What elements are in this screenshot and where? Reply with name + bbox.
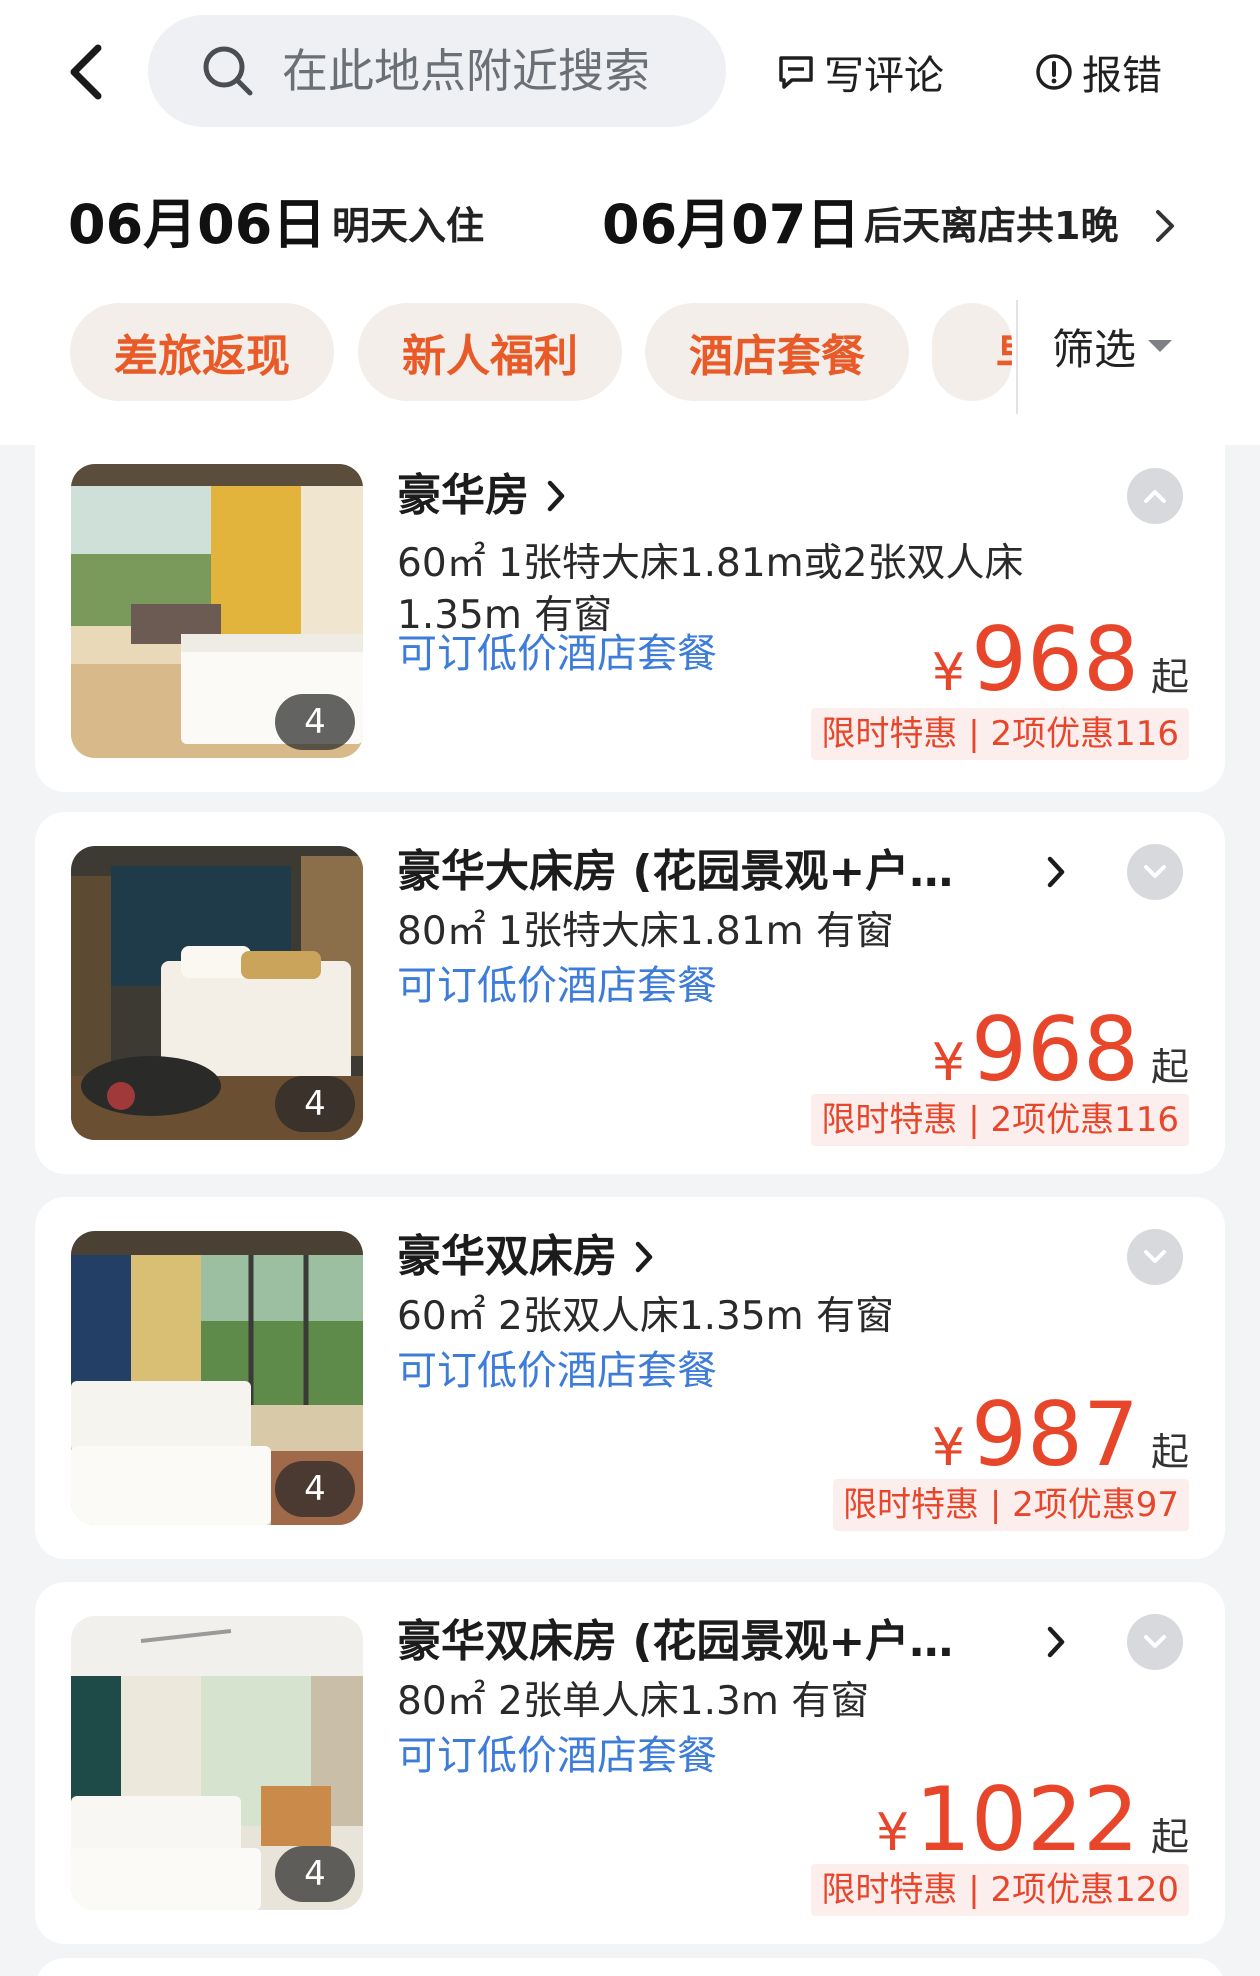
price: ¥ 968 起 xyxy=(932,1002,1189,1098)
room-name[interactable]: 豪华双床房 xyxy=(397,1227,655,1287)
alert-icon xyxy=(1036,54,1072,90)
chip-new-user-benefit[interactable]: 新人福利 xyxy=(358,303,622,401)
expand-button[interactable] xyxy=(1127,1614,1183,1670)
currency-symbol: ¥ xyxy=(931,1033,966,1093)
low-price-package-link[interactable]: 可订低价酒店套餐 xyxy=(397,958,717,1014)
price-suffix: 起 xyxy=(1150,1045,1189,1089)
price: ¥ 968 起 xyxy=(932,612,1189,708)
report-error-button[interactable]: 报错 xyxy=(1034,42,1162,102)
photo-count-badge: 4 xyxy=(275,1461,355,1517)
comment-icon xyxy=(779,56,813,89)
checkin-date: 06月06日 xyxy=(68,193,327,256)
price-suffix: 起 xyxy=(1150,1815,1189,1859)
currency-symbol: ¥ xyxy=(931,643,966,703)
expand-button[interactable] xyxy=(1127,844,1183,900)
chip-breakfast-partial[interactable]: 早 xyxy=(932,303,1012,401)
price-value: 1022 xyxy=(915,1768,1139,1871)
low-price-package-link[interactable]: 可订低价酒店套餐 xyxy=(397,1343,717,1399)
room-name[interactable]: 豪华大床房 (花园景观+户… xyxy=(397,842,953,902)
price-suffix: 起 xyxy=(1150,655,1189,699)
chevron-up-icon xyxy=(1144,490,1166,503)
room-card[interactable]: 4 豪华大床房 (花园景观+户… 80㎡ 1张特大床1.81m 有窗 可订低价酒… xyxy=(35,812,1225,1174)
chevron-right-icon xyxy=(635,1241,653,1273)
discount-badge: 限时特惠 | 2项优惠120 xyxy=(811,1864,1189,1916)
dropdown-triangle-icon xyxy=(1148,340,1173,352)
room-card[interactable]: 4 豪华双床房 60㎡ 2张双人床1.35m 有窗 可订低价酒店套餐 ¥ 987… xyxy=(35,1197,1225,1559)
room-photo[interactable]: 4 xyxy=(71,1231,363,1525)
room-name-label: 豪华大床房 (花园景观+户… xyxy=(397,846,954,897)
room-name-label: 豪华双床房 (花园景观+户… xyxy=(397,1616,954,1667)
room-card[interactable]: 4 豪华房 60㎡ 1张特大床1.81m或2张双人床1.35m 有窗 可订低价酒… xyxy=(35,436,1225,792)
chevron-down-icon xyxy=(1144,1250,1166,1263)
chevron-right-icon[interactable] xyxy=(1045,854,1067,890)
expand-button[interactable] xyxy=(1127,1229,1183,1285)
back-button[interactable] xyxy=(62,42,112,102)
back-arrow-icon xyxy=(70,44,102,100)
room-spec: 60㎡ 2张双人床1.35m 有窗 xyxy=(397,1294,895,1339)
search-input[interactable]: 在此地点附近搜索 xyxy=(148,15,726,127)
room-card[interactable]: 4 豪华双床房 (花园景观+户… 80㎡ 2张单人床1.3m 有窗 可订低价酒店… xyxy=(35,1582,1225,1944)
price: ¥ 1022 起 xyxy=(876,1772,1189,1868)
top-bar: 在此地点附近搜索 写评论 报错 06月06日 明天入住 06月07日 后天离店共… xyxy=(0,0,1260,445)
price-value: 968 xyxy=(971,998,1139,1101)
chevron-down-icon xyxy=(1144,865,1166,878)
checkout-date: 06月07日 xyxy=(602,193,861,256)
price: ¥ 987 起 xyxy=(932,1387,1189,1483)
write-review-label: 写评论 xyxy=(824,53,944,99)
filter-button[interactable]: 筛选 xyxy=(1052,316,1173,376)
report-error-label: 报错 xyxy=(1082,53,1162,99)
chevron-right-icon[interactable] xyxy=(1045,1624,1067,1660)
search-icon xyxy=(203,46,253,96)
checkin-label: 明天入住 xyxy=(332,204,485,248)
room-spec: 80㎡ 1张特大床1.81m 有窗 xyxy=(397,909,895,954)
room-name[interactable]: 豪华双床房 (花园景观+户… xyxy=(397,1612,953,1672)
room-spec: 80㎡ 2张单人床1.3m 有窗 xyxy=(397,1679,870,1724)
filter-label: 筛选 xyxy=(1052,324,1137,374)
chevron-right-icon xyxy=(1156,210,1174,242)
search-placeholder: 在此地点附近搜索 xyxy=(282,44,650,98)
discount-badge: 限时特惠 | 2项优惠97 xyxy=(833,1479,1189,1531)
write-review-button[interactable]: 写评论 xyxy=(776,42,944,102)
room-photo[interactable]: 4 xyxy=(71,1616,363,1910)
room-name-label: 豪华房 xyxy=(397,470,529,521)
checkout-label: 后天离店共1晚 xyxy=(864,204,1119,248)
chip-business-cashback[interactable]: 差旅返现 xyxy=(70,303,334,401)
chevron-right-icon xyxy=(547,480,565,512)
low-price-package-link[interactable]: 可订低价酒店套餐 xyxy=(397,626,717,682)
discount-badge: 限时特惠 | 2项优惠116 xyxy=(811,708,1189,760)
collapse-button[interactable] xyxy=(1127,468,1183,524)
photo-count-badge: 4 xyxy=(275,1076,355,1132)
chevron-down-icon xyxy=(1144,1635,1166,1648)
photo-count-badge: 4 xyxy=(275,1846,355,1902)
chip-hotel-package[interactable]: 酒店套餐 xyxy=(645,303,909,401)
date-selector[interactable]: 06月06日 明天入住 06月07日 后天离店共1晚 xyxy=(0,190,1260,260)
room-photo[interactable]: 4 xyxy=(71,846,363,1140)
price-suffix: 起 xyxy=(1150,1430,1189,1474)
price-value: 987 xyxy=(971,1383,1139,1486)
room-name-label: 豪华双床房 xyxy=(397,1231,617,1282)
room-photo[interactable]: 4 xyxy=(71,464,363,758)
low-price-package-link[interactable]: 可订低价酒店套餐 xyxy=(397,1728,717,1784)
room-name[interactable]: 豪华房 xyxy=(397,466,567,526)
currency-symbol: ¥ xyxy=(931,1418,966,1478)
room-card-peek xyxy=(35,1958,1225,1976)
currency-symbol: ¥ xyxy=(875,1803,910,1863)
price-value: 968 xyxy=(971,608,1139,711)
filter-divider xyxy=(1016,300,1018,414)
photo-count-badge: 4 xyxy=(275,694,355,750)
discount-badge: 限时特惠 | 2项优惠116 xyxy=(811,1094,1189,1146)
